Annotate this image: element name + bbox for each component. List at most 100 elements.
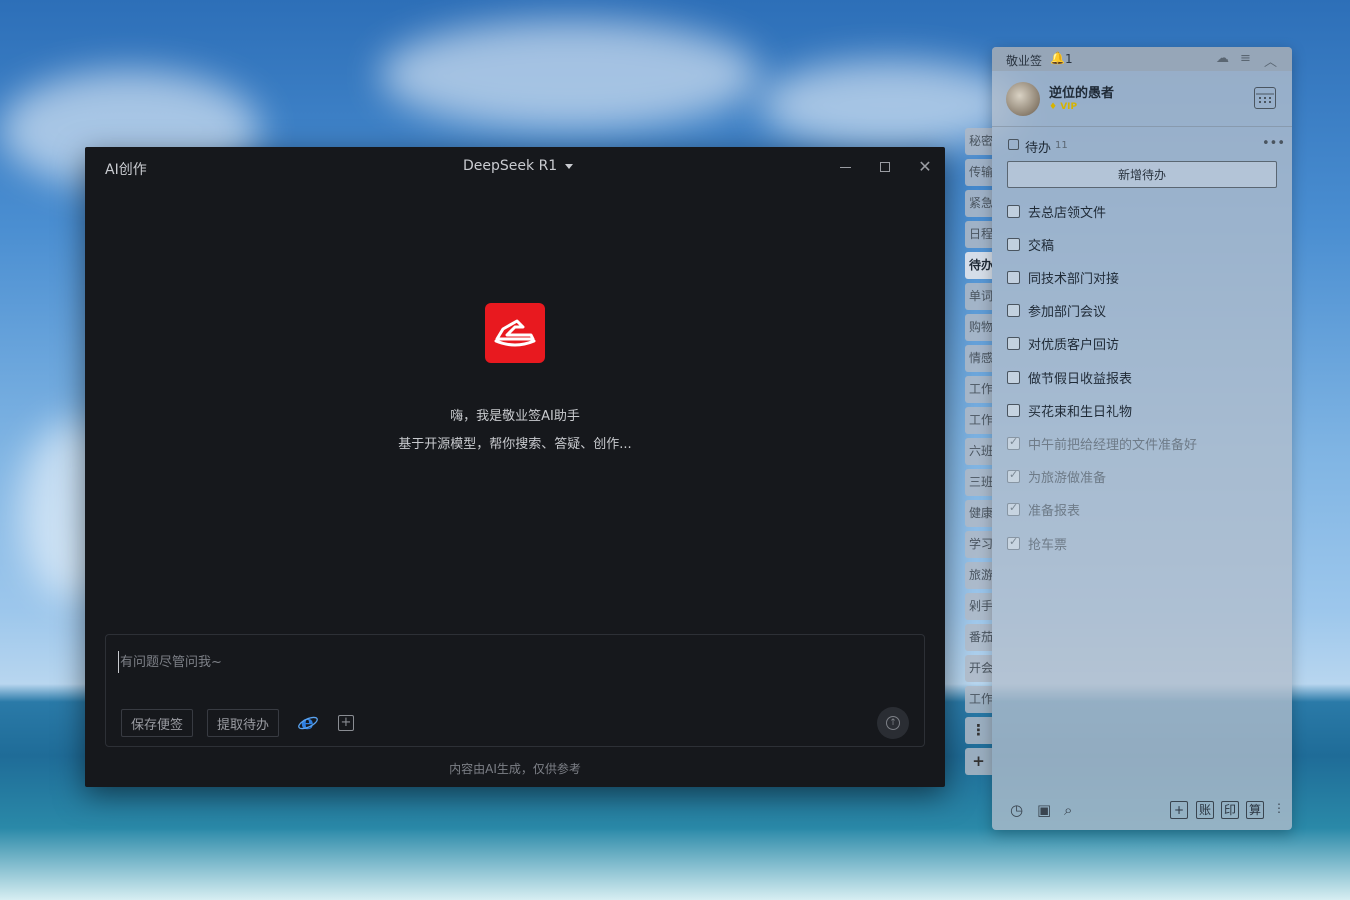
notes-bottom-toolbar: ◷ ▣ ⌕ + 账 印 算 ⋮ <box>992 797 1292 823</box>
category-tab[interactable]: 单词 <box>965 283 992 310</box>
ai-window-title: AI创作 <box>105 162 147 178</box>
ai-titlebar: AI创作 DeepSeek R1 ✕ <box>85 147 945 187</box>
boat-logo-icon <box>494 319 536 347</box>
todo-label: 买花束和生日礼物 <box>1028 404 1133 420</box>
add-todo-button[interactable]: 新增待办 <box>1007 161 1277 188</box>
category-tab[interactable]: 购物 <box>965 314 992 341</box>
category-tab[interactable]: 开会 <box>965 655 992 682</box>
avatar[interactable] <box>1006 82 1040 116</box>
todo-item[interactable]: 为旅游做准备 <box>1007 468 1106 486</box>
todo-label: 抢车票 <box>1028 537 1068 553</box>
todo-label: 参加部门会议 <box>1028 305 1107 321</box>
todo-item[interactable]: 交稿 <box>1007 235 1054 254</box>
todo-checkbox[interactable] <box>1007 403 1020 417</box>
notes-topbar: 敬业签 🔔 1 ☁ ≡ ︿ <box>992 47 1292 71</box>
chevron-down-icon <box>565 163 574 169</box>
ai-assistant-logo <box>485 303 545 363</box>
more-vertical-icon[interactable]: ⋮ <box>1273 801 1285 815</box>
web-search-icon[interactable]: e <box>298 712 318 732</box>
todo-label: 中午前把给经理的文件准备好 <box>1028 437 1198 453</box>
bell-icon[interactable]: 🔔 <box>1050 51 1065 65</box>
todo-label: 做节假日收益报表 <box>1028 371 1133 387</box>
todo-item[interactable]: 买花束和生日礼物 <box>1007 401 1133 420</box>
maximize-icon <box>880 162 890 172</box>
archive-icon[interactable]: ▣ <box>1037 801 1051 819</box>
search-icon[interactable]: ⌕ <box>1064 801 1072 819</box>
category-tab[interactable]: 秘密 <box>965 128 992 155</box>
category-tab[interactable]: 待办 <box>965 252 992 279</box>
chat-input-area: 保存便签 提取待办 e + ↑ <box>105 634 925 747</box>
category-tab[interactable]: 番茄 <box>965 624 992 651</box>
more-tabs-icon[interactable]: ⋮ <box>965 717 992 744</box>
todo-label: 准备报表 <box>1028 504 1081 520</box>
calculator-button[interactable]: 算 <box>1246 801 1264 819</box>
todo-item[interactable]: 准备报表 <box>1007 501 1080 519</box>
minimize-icon <box>839 166 851 168</box>
chevron-up-icon[interactable]: ︿ <box>1264 51 1277 70</box>
todo-item[interactable]: 做节假日收益报表 <box>1007 368 1133 387</box>
menu-icon[interactable]: ≡ <box>1240 51 1251 66</box>
todo-checkbox[interactable] <box>1007 370 1020 384</box>
send-button[interactable]: ↑ <box>877 707 909 739</box>
print-button[interactable]: 印 <box>1221 801 1239 819</box>
todo-checkbox[interactable] <box>1007 237 1020 251</box>
category-tab[interactable]: 学习 <box>965 531 992 558</box>
calendar-grid-icon <box>1256 93 1274 103</box>
chat-input[interactable] <box>118 651 878 673</box>
category-tab[interactable]: 传输 <box>965 159 992 186</box>
divider <box>992 126 1292 127</box>
calendar-icon[interactable] <box>1254 87 1276 109</box>
todo-checkbox[interactable] <box>1007 435 1020 450</box>
todo-label: 同技术部门对接 <box>1028 271 1120 287</box>
save-note-button[interactable]: 保存便签 <box>121 709 194 737</box>
todo-checkbox[interactable] <box>1007 204 1020 218</box>
app-name: 敬业签 <box>1006 54 1043 68</box>
category-tab[interactable]: 紧急 <box>965 190 992 217</box>
cloud-sync-icon[interactable]: ☁ <box>1216 51 1229 66</box>
ledger-button[interactable]: 账 <box>1196 801 1214 819</box>
add-note-icon[interactable]: + <box>1170 801 1188 819</box>
todo-label: 为旅游做准备 <box>1028 471 1107 487</box>
category-tab[interactable]: 六班 <box>965 438 992 465</box>
model-selector[interactable]: DeepSeek R1 <box>463 158 574 174</box>
ai-disclaimer: 内容由AI生成，仅供参考 <box>449 762 581 776</box>
section-title: 待办 <box>1025 141 1052 156</box>
model-name: DeepSeek R1 <box>463 158 558 174</box>
todo-checkbox[interactable] <box>1007 270 1020 284</box>
todo-item[interactable]: 参加部门会议 <box>1007 302 1106 320</box>
todo-label: 去总店领文件 <box>1028 205 1107 221</box>
todo-checkbox[interactable] <box>1007 468 1020 484</box>
category-tab[interactable]: 工作 <box>965 686 992 713</box>
todo-checkbox[interactable] <box>1007 337 1020 351</box>
maximize-button[interactable] <box>875 157 895 177</box>
category-tab[interactable]: 工作 <box>965 376 992 403</box>
notification-count: 1 <box>1065 52 1073 66</box>
todo-item[interactable]: 中午前把给经理的文件准备好 <box>1007 434 1198 453</box>
category-tab[interactable]: 工作 <box>965 407 992 434</box>
extract-todo-button[interactable]: 提取待办 <box>207 709 280 737</box>
todo-checkbox[interactable] <box>1007 501 1020 517</box>
category-tab[interactable]: 剁手 <box>965 593 992 620</box>
category-tab[interactable]: 健康 <box>965 500 992 527</box>
category-tab[interactable]: 情感 <box>965 345 992 372</box>
todo-item[interactable]: 去总店领文件 <box>1007 202 1107 221</box>
todo-item[interactable]: 同技术部门对接 <box>1007 268 1120 287</box>
close-icon: ✕ <box>918 157 932 176</box>
add-attachment-icon[interactable]: + <box>338 715 354 731</box>
todo-item[interactable]: 对优质客户回访 <box>1007 335 1119 353</box>
background-cloud <box>380 20 760 130</box>
vip-badge: ♦ VIP <box>1049 102 1078 112</box>
todo-checkbox[interactable] <box>1007 535 1020 550</box>
clock-icon[interactable]: ◷ <box>1010 801 1023 819</box>
todo-item[interactable]: 抢车票 <box>1007 534 1068 553</box>
category-tab[interactable]: 旅游 <box>965 562 992 589</box>
category-tab[interactable]: 日程 <box>965 221 992 248</box>
category-tab[interactable]: 三班 <box>965 469 992 496</box>
minimize-button[interactable] <box>835 157 855 177</box>
add-tab-icon[interactable]: + <box>965 748 992 775</box>
close-button[interactable]: ✕ <box>915 157 935 177</box>
vip-label: VIP <box>1060 102 1078 112</box>
username: 逆位的愚者 <box>1049 86 1115 101</box>
todo-checkbox[interactable] <box>1007 304 1020 318</box>
more-options-icon[interactable]: ••• <box>1262 136 1285 151</box>
